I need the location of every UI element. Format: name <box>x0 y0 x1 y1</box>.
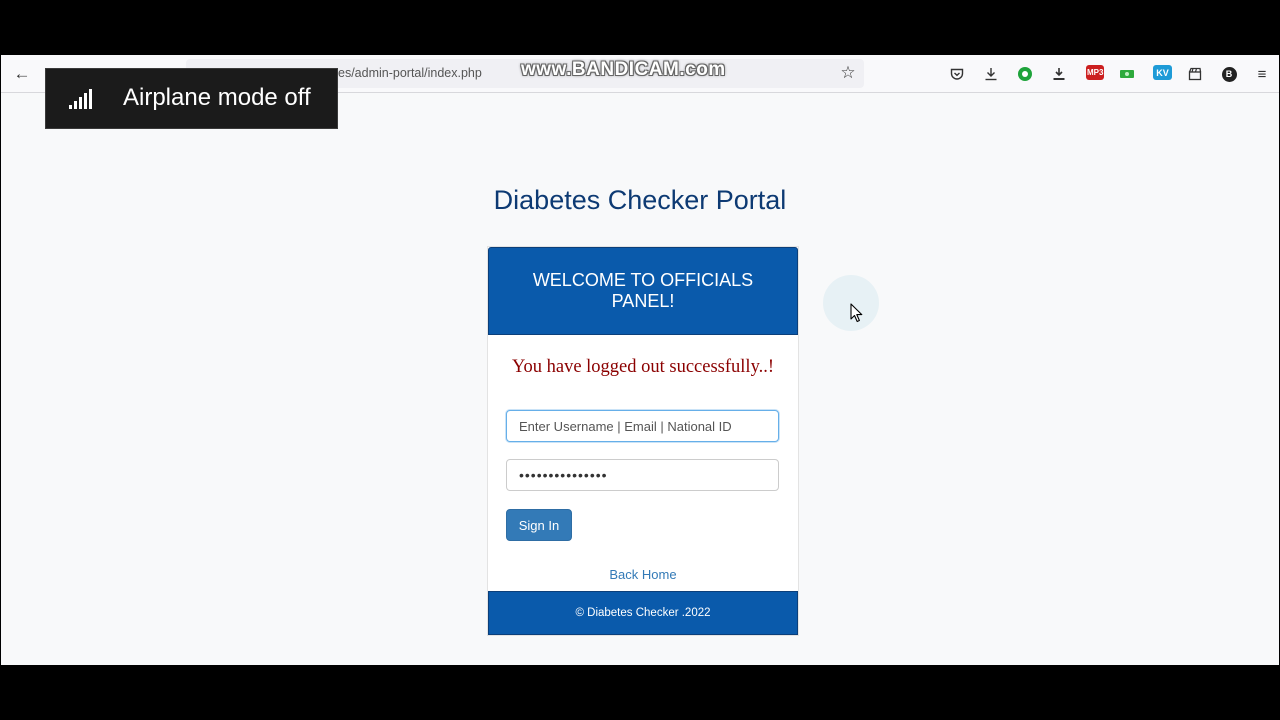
signal-bars-icon <box>69 89 93 109</box>
kv-extension-icon[interactable]: KV <box>1153 65 1172 80</box>
downloader-extension-icon[interactable] <box>1048 63 1070 85</box>
login-card: WELCOME TO OFFICIALS PANEL! You have log… <box>487 246 799 636</box>
pocket-icon[interactable] <box>946 63 968 85</box>
bookmark-star-icon[interactable]: ☆ <box>838 63 858 83</box>
browser-window: ← es/admin-portal/index.php ☆ www.BANDIC… <box>1 55 1279 665</box>
airplane-mode-notification: Airplane mode off <box>46 69 337 128</box>
clapperboard-icon[interactable] <box>1184 63 1206 85</box>
card-header: WELCOME TO OFFICIALS PANEL! <box>488 247 798 335</box>
logout-message: You have logged out successfully..! <box>511 357 775 377</box>
profile-avatar-icon[interactable]: B <box>1218 63 1240 85</box>
username-input[interactable] <box>506 410 779 442</box>
hamburger-menu-icon[interactable]: ≡ <box>1251 63 1273 85</box>
download-icon[interactable] <box>980 63 1002 85</box>
notification-text: Airplane mode off <box>123 84 311 111</box>
card-header-title: WELCOME TO OFFICIALS PANEL! <box>532 270 754 311</box>
chat-extension-icon[interactable] <box>1014 63 1036 85</box>
mouse-cursor-icon <box>850 303 863 323</box>
page-title: Diabetes Checker Portal <box>493 185 787 215</box>
sign-in-button[interactable]: Sign In <box>506 509 572 541</box>
mp3-extension-icon[interactable]: MP3 <box>1086 65 1105 80</box>
profile-initial: B <box>1221 66 1237 82</box>
money-extension-icon[interactable] <box>1116 63 1138 85</box>
password-input[interactable] <box>506 459 779 491</box>
url-text: es/admin-portal/index.php <box>338 66 482 80</box>
recording-watermark: www.BANDICAM.com <box>521 59 726 80</box>
card-footer: © Diabetes Checker .2022 <box>488 591 798 635</box>
back-home-link[interactable]: Back Home <box>488 567 798 582</box>
footer-copyright: © Diabetes Checker .2022 <box>575 607 711 619</box>
back-arrow-icon[interactable]: ← <box>11 63 33 85</box>
